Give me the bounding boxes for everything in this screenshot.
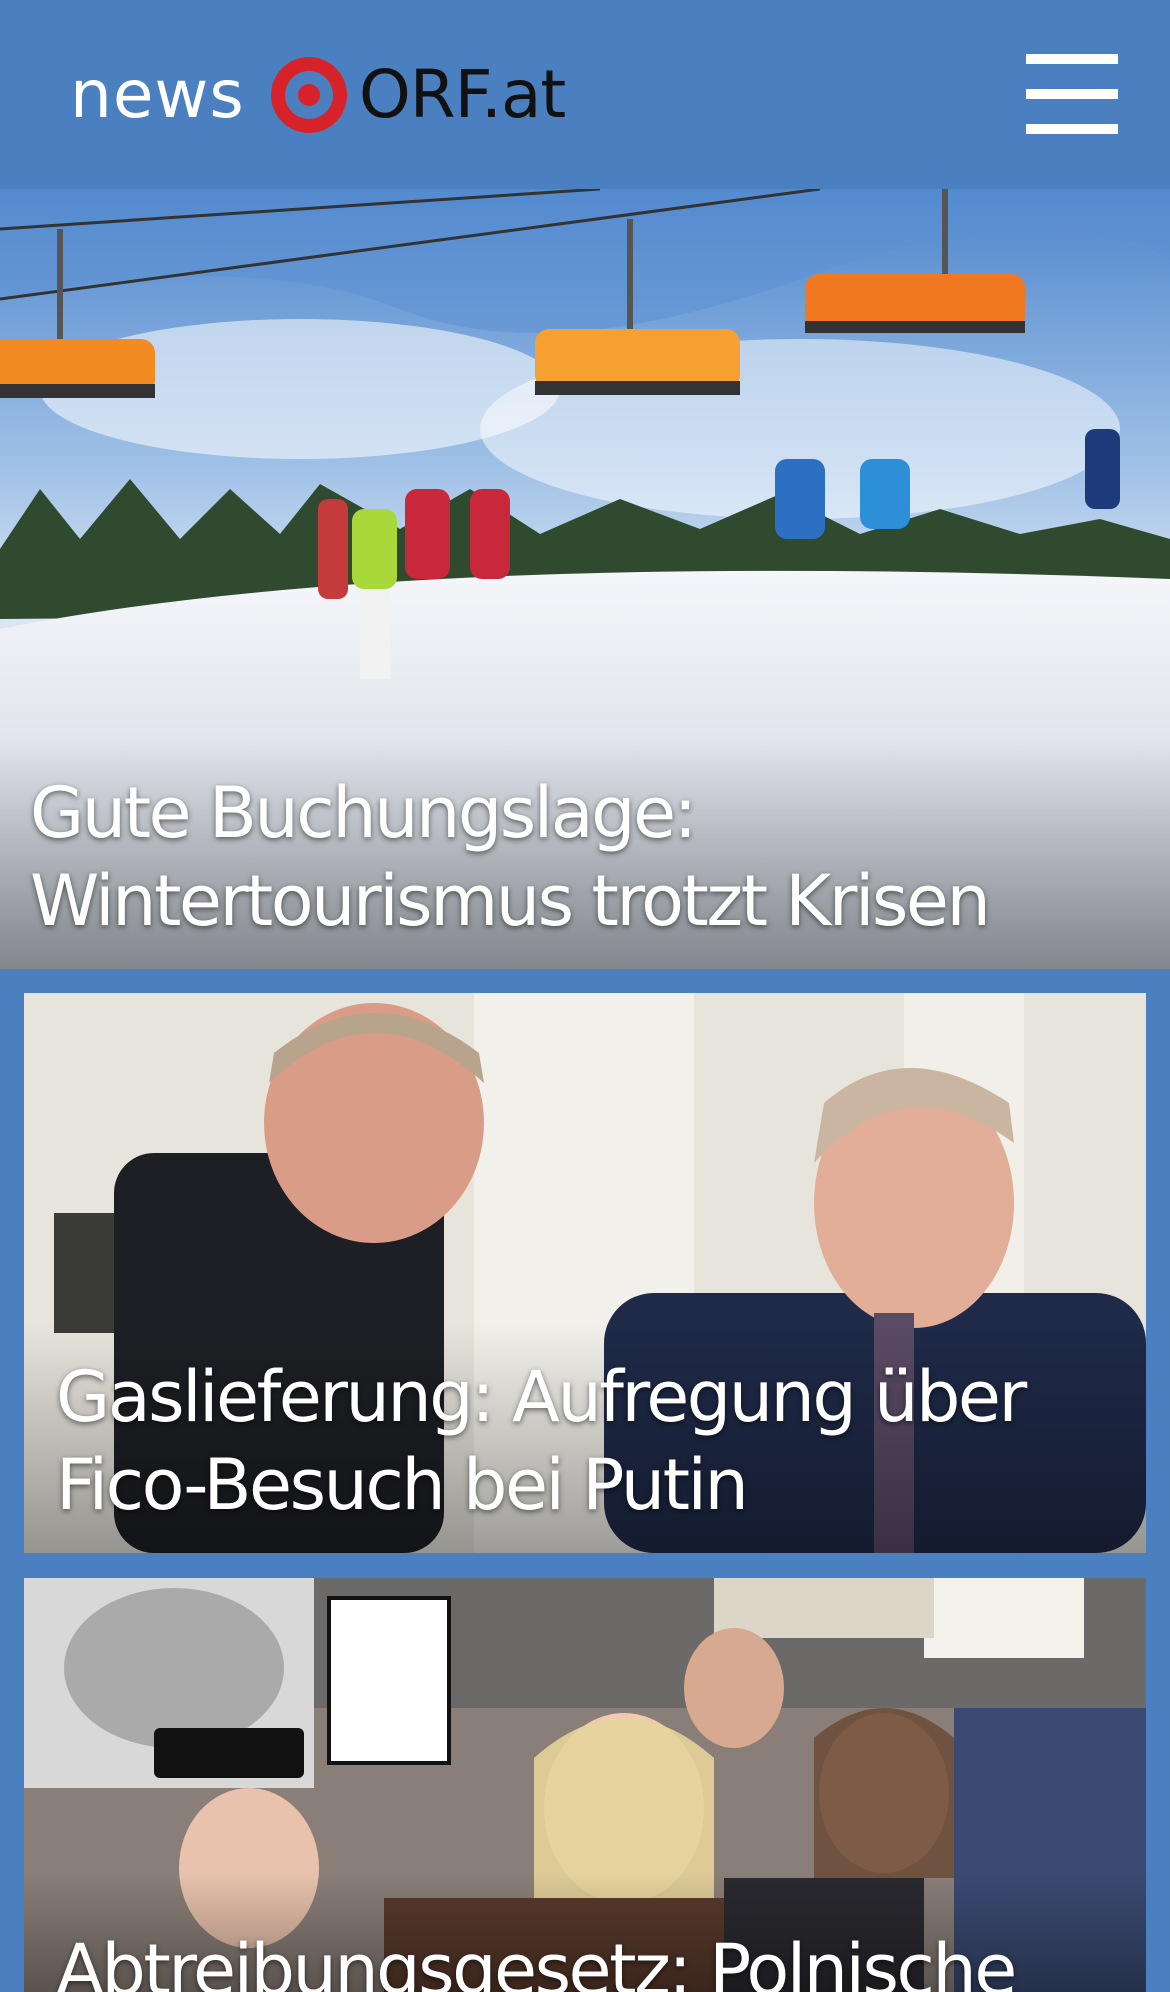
- logo-news-text: news: [70, 56, 245, 133]
- article-headline[interactable]: Gaslieferung: Aufregung über Fico-Besuch…: [56, 1353, 1126, 1529]
- lead-article[interactable]: Gute Buchungslage: Wintertourismus trotz…: [0, 189, 1170, 969]
- lead-article-headline[interactable]: Gute Buchungslage: Wintertourismus trotz…: [30, 769, 1160, 945]
- logo-orf-text: ORF.at: [358, 56, 566, 133]
- news-orf-logo[interactable]: news ORF.at: [70, 50, 566, 140]
- app-header: news ORF.at: [0, 0, 1170, 189]
- article-headline[interactable]: Abtreibungsgesetz: Polnische: [56, 1926, 1126, 1992]
- hamburger-menu-icon[interactable]: [1022, 52, 1122, 136]
- article-card[interactable]: Gaslieferung: Aufregung über Fico-Besuch…: [24, 993, 1146, 1553]
- orf-target-logo-icon: [270, 57, 347, 133]
- article-card[interactable]: Abtreibungsgesetz: Polnische: [24, 1578, 1146, 1992]
